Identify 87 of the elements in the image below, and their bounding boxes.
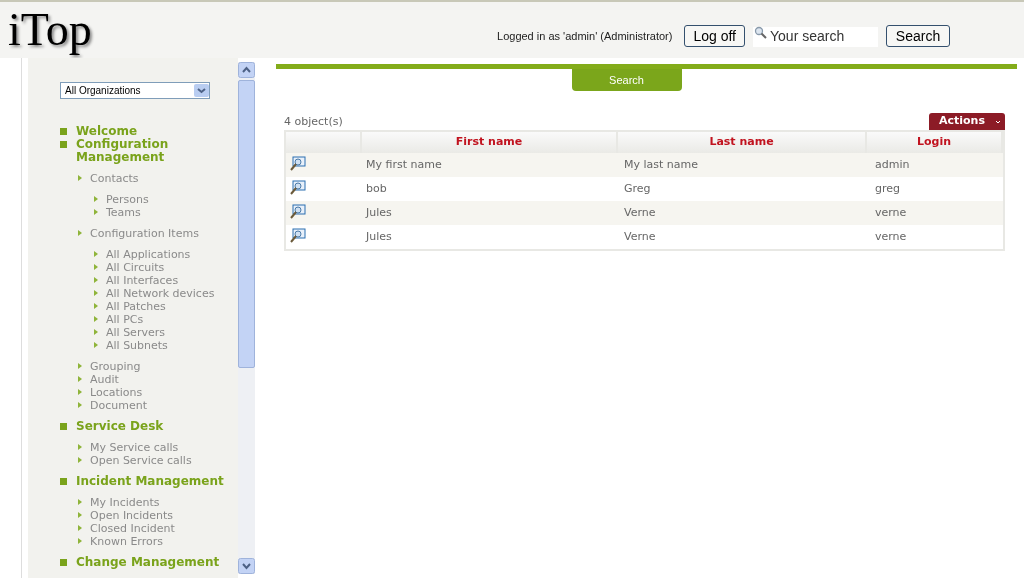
menu-item[interactable]: All Subnets — [106, 339, 168, 352]
bullet-icon — [94, 264, 98, 270]
bullet-icon — [94, 196, 98, 202]
object-count: 4 object(s) — [284, 113, 343, 130]
view-details-icon[interactable] — [290, 180, 306, 195]
table-cell-text: admin — [874, 156, 911, 173]
menu-item[interactable]: Teams — [106, 206, 141, 219]
menu-item[interactable]: My Service calls — [90, 441, 179, 454]
bullet-icon — [78, 512, 82, 518]
bullet-icon — [78, 457, 82, 463]
table-cell-text: greg — [874, 180, 901, 197]
search-button[interactable]: Search — [886, 25, 950, 47]
table-cell-text: bob — [365, 180, 388, 197]
bullet-icon — [78, 444, 82, 450]
bullet-icon — [78, 538, 82, 544]
view-details-icon[interactable] — [290, 156, 306, 171]
organization-select[interactable]: All Organizations — [60, 82, 210, 99]
bullet-icon — [94, 342, 98, 348]
bullet-icon — [78, 230, 82, 236]
menu-item[interactable]: Persons — [106, 193, 149, 206]
table-row[interactable]: Jules Verne verne — [286, 201, 1003, 225]
user-info: Logged in as 'admin' (Administrator) — [497, 28, 673, 44]
bullet-icon — [94, 290, 98, 296]
menu-item[interactable]: Locations — [90, 386, 143, 399]
bullet-icon — [94, 251, 98, 257]
menu-heading[interactable]: Change Management — [60, 556, 220, 569]
menu-heading[interactable]: Incident Management — [60, 475, 224, 488]
dropdown-icon — [194, 84, 209, 97]
actions-button[interactable]: Actions — [929, 113, 1005, 130]
menu-heading[interactable]: Welcome — [60, 125, 138, 138]
menu-item[interactable]: All PCs — [106, 313, 144, 326]
bullet-icon — [78, 525, 82, 531]
scroll-up-icon[interactable] — [238, 62, 255, 78]
scrollbar[interactable] — [238, 62, 255, 574]
table-cell-text: Greg — [623, 180, 652, 197]
logo: iTop — [7, 7, 92, 53]
view-details-icon[interactable] — [290, 228, 306, 243]
bullet-icon — [78, 175, 82, 181]
search-tab[interactable]: Search — [571, 69, 682, 91]
scroll-thumb[interactable] — [238, 80, 255, 368]
menu-item[interactable]: All Patches — [106, 300, 166, 313]
table-cell-text: Jules — [364, 204, 393, 221]
table-cell-text: verne — [874, 228, 908, 245]
column-header[interactable]: Login — [867, 132, 1003, 153]
logoff-button[interactable]: Log off — [684, 25, 745, 47]
caret-icon — [995, 119, 1001, 124]
table-cell-text: Verne — [623, 204, 657, 221]
table-cell-text: Verne — [623, 228, 657, 245]
bullet-icon — [94, 329, 98, 335]
menu-item[interactable]: Contacts — [90, 172, 139, 185]
table-row[interactable]: bob Greg greg — [286, 177, 1003, 201]
bullet-icon — [94, 277, 98, 283]
bullet-icon — [94, 209, 98, 215]
table-cell-text: Jules — [364, 228, 393, 245]
column-header[interactable]: First name — [362, 132, 618, 153]
menu-item[interactable]: All Network devices — [106, 287, 215, 300]
menu-item[interactable]: Configuration Items — [90, 227, 199, 240]
bullet-icon — [78, 376, 82, 382]
menu-item[interactable]: Grouping — [90, 360, 141, 373]
table-cell-text: My first name — [365, 156, 443, 173]
menu-item[interactable]: My Incidents — [90, 496, 160, 509]
bullet-icon — [94, 316, 98, 322]
menu-item[interactable]: Open Service calls — [90, 454, 192, 467]
menu-item[interactable]: Open Incidents — [90, 509, 173, 522]
bullet-icon — [78, 402, 82, 408]
menu-item[interactable]: All Applications — [106, 248, 191, 261]
column-header[interactable]: Last name — [618, 132, 867, 153]
menu-item[interactable]: All Servers — [106, 326, 165, 339]
menu-heading[interactable]: Service Desk — [60, 420, 164, 433]
bullet-icon — [78, 389, 82, 395]
bullet-icon — [78, 363, 82, 369]
scroll-down-icon[interactable] — [238, 558, 255, 574]
menu-item[interactable]: Audit — [90, 373, 119, 386]
menu-item[interactable]: Document — [90, 399, 147, 412]
table-row[interactable]: My first name My last name admin — [286, 153, 1003, 177]
menu-item[interactable]: Known Errors — [90, 535, 163, 548]
bullet-icon — [78, 499, 82, 505]
bullet-icon — [94, 303, 98, 309]
table-cell-text: My last name — [623, 156, 700, 173]
menu-item[interactable]: All Interfaces — [106, 274, 179, 287]
menu-item[interactable]: Closed Incident — [90, 522, 175, 535]
menu-item[interactable]: All Circuits — [106, 261, 165, 274]
table-cell-text: verne — [874, 204, 908, 221]
table-row[interactable]: Jules Verne verne — [286, 225, 1003, 249]
search-field[interactable]: Your search — [753, 26, 878, 47]
view-details-icon[interactable] — [290, 204, 306, 219]
search-icon — [754, 26, 768, 40]
